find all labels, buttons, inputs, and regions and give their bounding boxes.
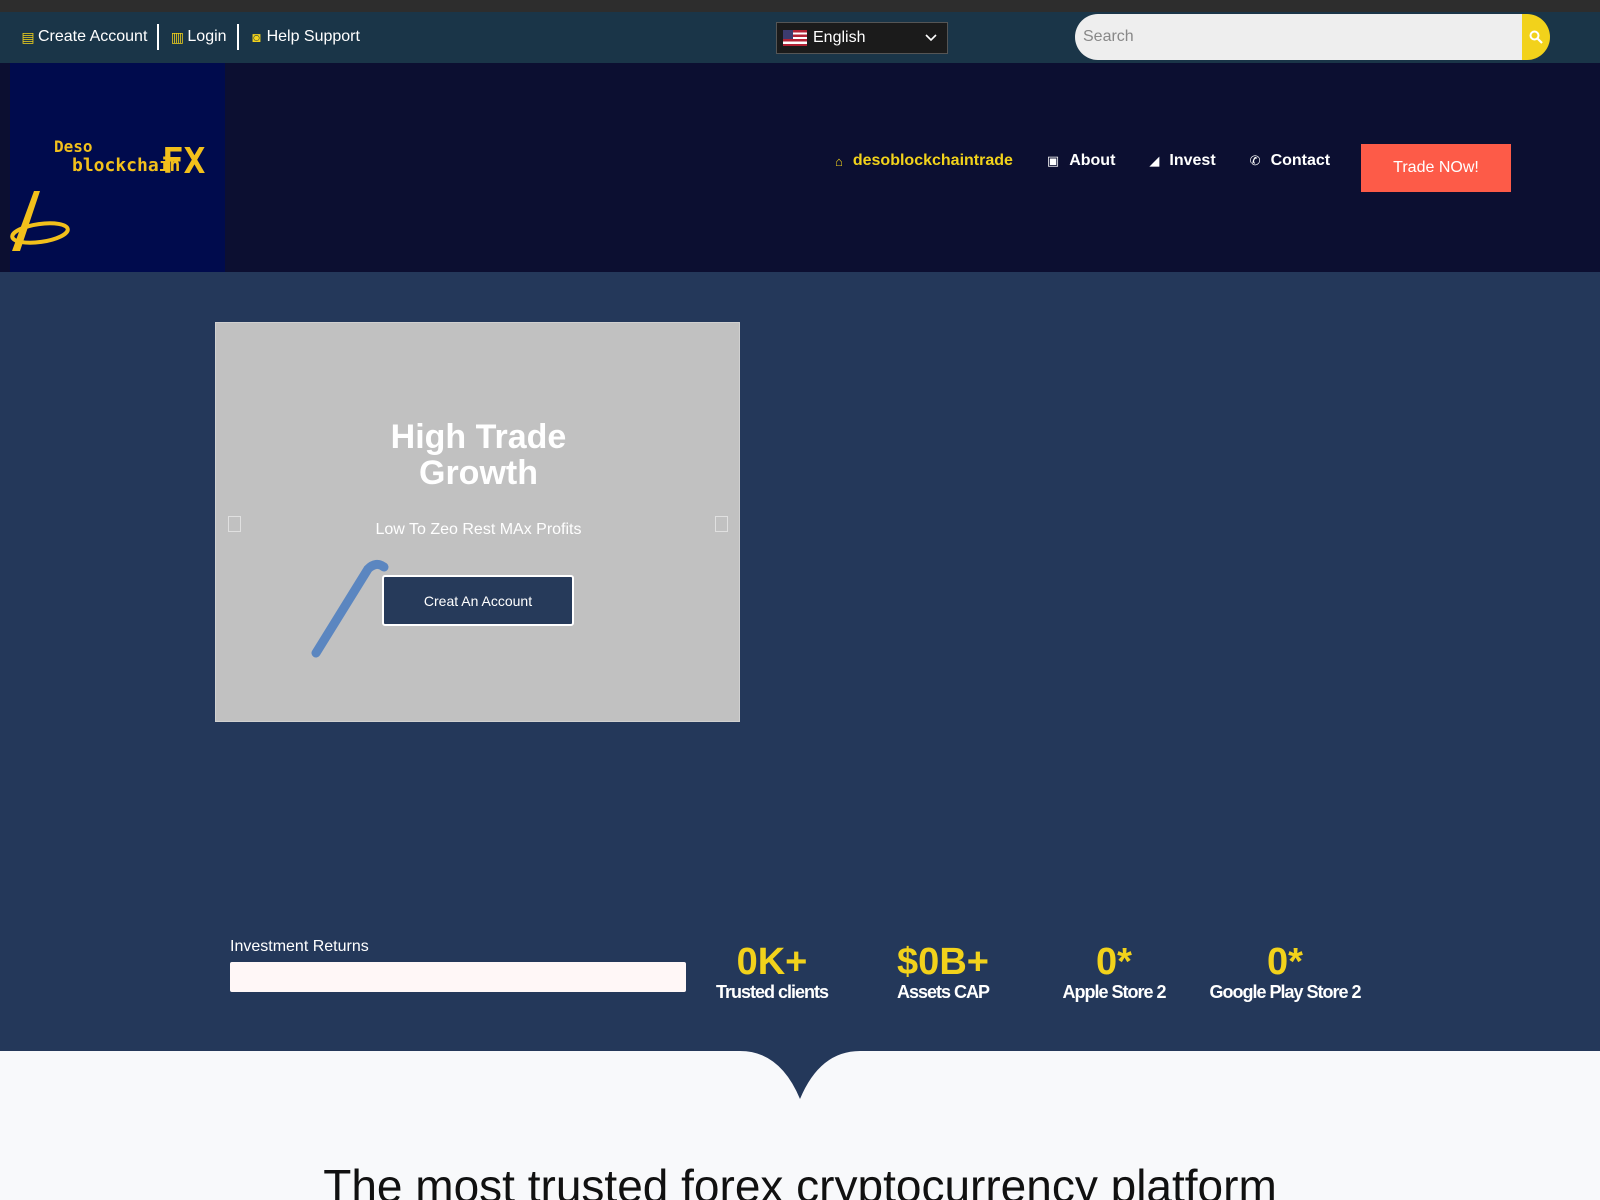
id-card-icon: ▤ [21,28,35,45]
main-nav: ⌂ desoblockchaintrade ▣ About ◢ Invest ✆… [835,143,1364,179]
stat-label: Assets CAP [896,982,990,1002]
nav-contact[interactable]: ✆ Contact [1250,152,1330,170]
stat-value: 0* [1096,941,1132,983]
section-divider-notch [740,1051,860,1099]
create-account-link[interactable]: ▤ Create Account [20,24,147,50]
nav-invest[interactable]: ◢ Invest [1149,152,1215,170]
browser-top-strip [0,0,1600,12]
help-support-link[interactable]: ◙ Help Support [249,24,360,50]
trade-now-button[interactable]: Trade NOw! [1361,144,1511,192]
nav-home[interactable]: ⌂ desoblockchaintrade [835,152,1013,170]
search-box [1075,14,1550,60]
help-support-label: Help Support [266,28,360,45]
slide-title: High Trade Growth [390,418,567,492]
stat-value: 0K+ [736,941,808,983]
us-flag-icon [783,30,807,46]
nav-about[interactable]: ▣ About [1047,152,1116,170]
stat-google-play: 0* Google Play Store 2 [1195,942,1375,1002]
top-link-divider [157,24,160,50]
logo-swoosh-icon [10,191,70,251]
chart-icon: ◢ [1149,153,1160,168]
search-icon [1529,30,1543,44]
stat-apple-store: 0* Apple Store 2 [1024,942,1204,1002]
language-select[interactable]: English [776,22,948,54]
top-bar: ▤ Create Account ▥ Login ◙ Help Support … [0,12,1600,63]
language-label: English [813,29,866,46]
stat-label: Trusted clients [715,982,829,1002]
login-label: Login [187,28,227,45]
stat-trusted-clients: 0K+ Trusted clients [682,942,862,1002]
slider-prev-arrow[interactable] [228,516,241,532]
site-header: Deso blockchain FX ⌂ desoblockchaintrade… [0,63,1600,272]
top-link-divider [236,24,239,50]
home-icon: ⌂ [835,153,843,169]
stat-label: Google Play Store 2 [1209,982,1361,1002]
id-card-icon: ▣ [1046,153,1060,168]
search-input[interactable] [1075,14,1525,60]
stat-assets-cap: $0B+ Assets CAP [853,942,1033,1002]
phone-icon: ✆ [1249,153,1261,168]
slide-subtitle: Low To Zeo Rest MAx Profits [375,521,582,538]
door-icon: ▥ [170,28,185,45]
create-account-button[interactable]: Creat An Account [382,575,574,626]
chevron-down-icon [925,29,937,45]
investment-returns-label: Investment Returns [230,938,369,955]
site-logo[interactable]: Deso blockchain FX [10,63,225,272]
trust-section: The most trusted forex cryptocurrency pl… [0,1051,1600,1200]
create-account-label: Create Account [38,28,148,45]
support-icon: ◙ [252,29,261,45]
stat-value: $0B+ [897,941,989,983]
section-title: The most trusted forex cryptocurrency pl… [323,1160,1277,1200]
hero-slider: High Trade Growth Low To Zeo Rest MAx Pr… [215,322,740,722]
investment-returns-progress [230,962,686,992]
top-links: ▤ Create Account ▥ Login ◙ Help Support [20,24,360,50]
stat-value: 0* [1267,941,1303,983]
stat-label: Apple Store 2 [1062,982,1166,1002]
search-button[interactable] [1522,14,1550,60]
slider-next-arrow[interactable] [715,516,728,532]
login-link[interactable]: ▥ Login [169,24,227,50]
